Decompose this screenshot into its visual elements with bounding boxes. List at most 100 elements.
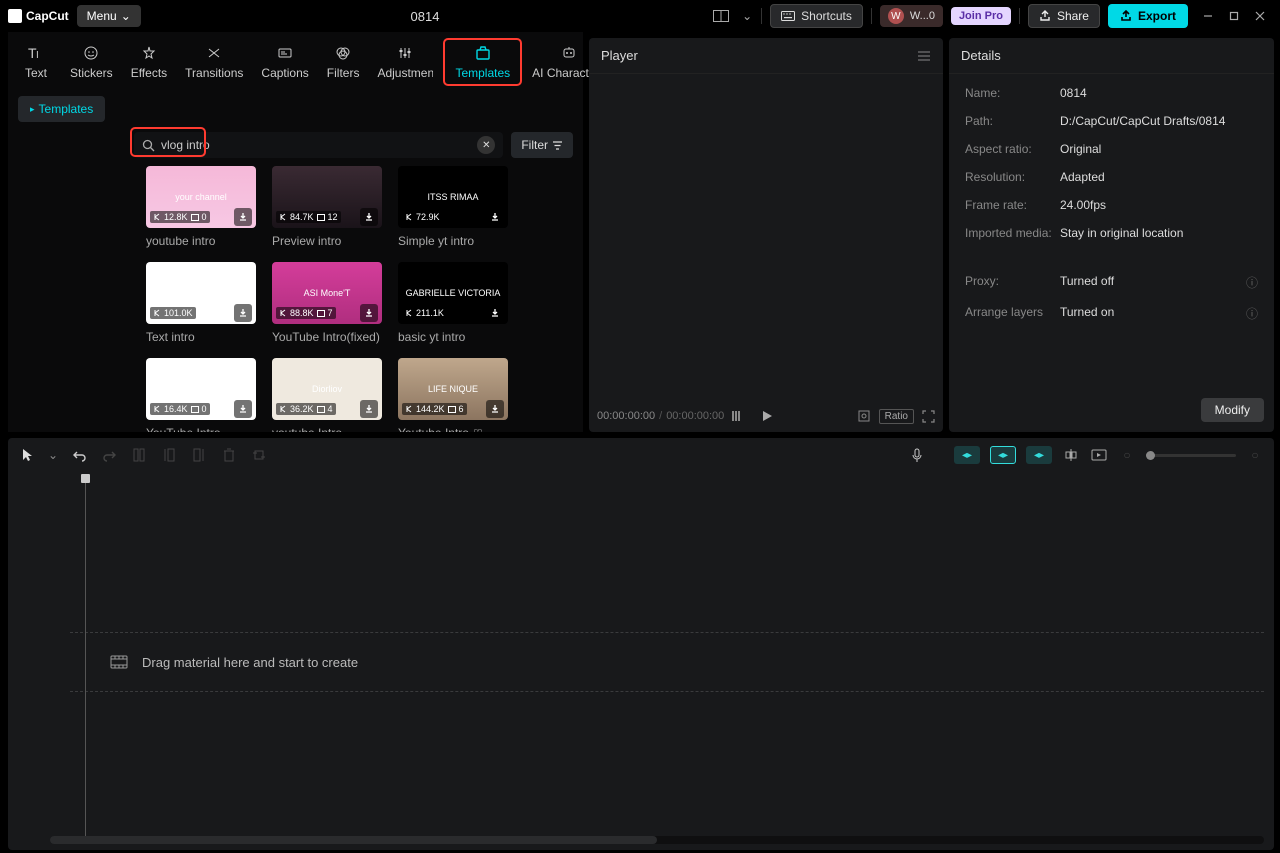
template-card[interactable]: ITSS RIMAA 72.9K Simple yt intro	[398, 166, 508, 248]
zoom-slider[interactable]	[1146, 454, 1236, 457]
tab-templates[interactable]: Templates	[443, 38, 522, 86]
sidebar-templates-chip[interactable]: ▸ Templates	[18, 96, 105, 122]
tab-stickers[interactable]: Stickers	[62, 40, 121, 84]
player-menu-icon[interactable]	[917, 50, 931, 62]
template-thumbnail[interactable]: your channel 12.8K 0	[146, 166, 256, 228]
download-icon[interactable]	[234, 400, 252, 418]
ratio-button[interactable]: Ratio	[879, 409, 914, 424]
magnet-both-icon[interactable]: ◂▸	[990, 446, 1016, 464]
prev-frame-icon[interactable]	[732, 410, 742, 422]
trim-right-icon[interactable]	[190, 446, 208, 464]
film-icon	[110, 655, 128, 669]
template-thumbnail[interactable]: 84.7K 12	[272, 166, 382, 228]
clips-count: 12	[328, 212, 338, 222]
menu-button[interactable]: Menu ⌄	[77, 5, 141, 27]
help-icon[interactable]: ⓘ	[1246, 305, 1258, 322]
template-card[interactable]: Diorliov 36.2K 4 youtube Intro	[272, 358, 382, 432]
template-card[interactable]: Priscila Tayla 101.0K Text intro	[146, 262, 256, 344]
export-button[interactable]: Export	[1108, 4, 1188, 28]
redo-icon[interactable]	[100, 446, 118, 464]
tab-captions[interactable]: Captions	[253, 40, 316, 84]
user-badge[interactable]: W W...0	[880, 5, 943, 27]
tab-effects[interactable]: Effects	[123, 40, 175, 84]
focus-icon[interactable]	[857, 409, 871, 423]
magnet-left-icon[interactable]: ◂▸	[954, 446, 980, 464]
template-card[interactable]: 84.7K 12 Preview intro	[272, 166, 382, 248]
play-icon[interactable]	[762, 410, 773, 422]
search-input[interactable]	[161, 138, 477, 152]
tab-filters[interactable]: Filters	[319, 40, 368, 84]
time-current: 00:00:00:00	[597, 410, 655, 422]
tab-transitions[interactable]: Transitions	[177, 40, 251, 84]
crop-icon[interactable]	[250, 446, 268, 464]
template-thumbnail[interactable]: ITSS RIMAA 72.9K	[398, 166, 508, 228]
template-card[interactable]: YouTube 16.4K 0 YouTube Intro	[146, 358, 256, 432]
magnet-right-icon[interactable]: ◂▸	[1026, 446, 1052, 464]
template-thumbnail[interactable]: ASI Mone'T 88.8K 7	[272, 262, 382, 324]
help-icon[interactable]: ⓘ	[1246, 274, 1258, 291]
share-button[interactable]: Share	[1028, 4, 1100, 28]
mic-icon[interactable]	[908, 446, 926, 464]
playhead[interactable]	[85, 478, 86, 840]
download-icon[interactable]	[486, 400, 504, 418]
download-icon[interactable]	[486, 208, 504, 226]
player-viewport[interactable]	[589, 74, 943, 400]
chevron-down-icon[interactable]: ⌄	[48, 446, 58, 464]
dropzone-hint: Drag material here and start to create	[142, 655, 358, 670]
template-card[interactable]: ASI Mone'T 88.8K 7 YouTube Intro(fixed)	[272, 262, 382, 344]
clips-count: 0	[202, 212, 207, 222]
close-button[interactable]	[1248, 4, 1272, 28]
export-label: Export	[1138, 9, 1176, 23]
download-icon[interactable]	[234, 208, 252, 226]
thumb-overlay: 72.9K	[398, 206, 508, 228]
tab-label: Templates	[455, 66, 510, 80]
timeline-dropzone[interactable]: Drag material here and start to create	[70, 632, 1264, 692]
template-stats: 72.9K	[402, 211, 443, 223]
template-card[interactable]: your channel 12.8K 0 youtube intro	[146, 166, 256, 248]
scrollbar-thumb[interactable]	[50, 836, 657, 844]
template-card[interactable]: LIFE NIQUE 144.2K 6 Youtube Intro ♡	[398, 358, 508, 432]
join-pro-button[interactable]: Join Pro	[951, 7, 1011, 25]
timeline[interactable]: Drag material here and start to create	[8, 472, 1274, 850]
fullscreen-icon[interactable]	[922, 410, 935, 423]
split-icon[interactable]	[130, 446, 148, 464]
maximize-button[interactable]	[1222, 4, 1246, 28]
zoom-slider-thumb[interactable]	[1146, 451, 1155, 460]
detail-label: Path:	[965, 114, 1060, 128]
undo-icon[interactable]	[70, 446, 88, 464]
download-icon[interactable]	[234, 304, 252, 322]
template-thumbnail[interactable]: YouTube 16.4K 0	[146, 358, 256, 420]
preview-toggle-icon[interactable]	[1090, 446, 1108, 464]
detail-label: Name:	[965, 86, 1060, 100]
tab-adjustment[interactable]: Adjustment	[369, 40, 441, 84]
layout-icon[interactable]	[709, 4, 733, 28]
download-icon[interactable]	[486, 304, 504, 322]
delete-icon[interactable]	[220, 446, 238, 464]
detail-value: 0814	[1060, 86, 1258, 100]
pointer-tool-icon[interactable]	[18, 446, 36, 464]
clear-search-button[interactable]: ✕	[477, 136, 495, 154]
template-thumbnail[interactable]: Priscila Tayla 101.0K	[146, 262, 256, 324]
chevron-down-icon[interactable]: ⌄	[741, 4, 753, 28]
download-icon[interactable]	[360, 400, 378, 418]
timeline-scrollbar[interactable]	[50, 836, 1264, 844]
template-card[interactable]: GABRIELLE VICTORIA 211.1K basic yt intro	[398, 262, 508, 344]
template-thumbnail[interactable]: GABRIELLE VICTORIA 211.1K	[398, 262, 508, 324]
details-body: Name: 0814 Path: D:/CapCut/CapCut Drafts…	[949, 74, 1274, 388]
template-thumbnail[interactable]: LIFE NIQUE 144.2K 6	[398, 358, 508, 420]
zoom-out-icon[interactable]: ○	[1118, 446, 1136, 464]
trim-left-icon[interactable]	[160, 446, 178, 464]
tab-text[interactable]: TI Text	[12, 40, 60, 84]
search-inner	[142, 138, 477, 152]
modify-button[interactable]: Modify	[1201, 398, 1264, 422]
template-thumbnail[interactable]: Diorliov 36.2K 4	[272, 358, 382, 420]
download-icon[interactable]	[360, 304, 378, 322]
shortcuts-button[interactable]: Shortcuts	[770, 4, 863, 28]
align-icon[interactable]	[1062, 446, 1080, 464]
minimize-button[interactable]	[1196, 4, 1220, 28]
download-icon[interactable]	[360, 208, 378, 226]
heart-icon[interactable]: ♡	[473, 427, 483, 433]
filter-button[interactable]: Filter	[511, 132, 573, 158]
detail-value: 24.00fps	[1060, 198, 1258, 212]
zoom-in-icon[interactable]: ○	[1246, 446, 1264, 464]
